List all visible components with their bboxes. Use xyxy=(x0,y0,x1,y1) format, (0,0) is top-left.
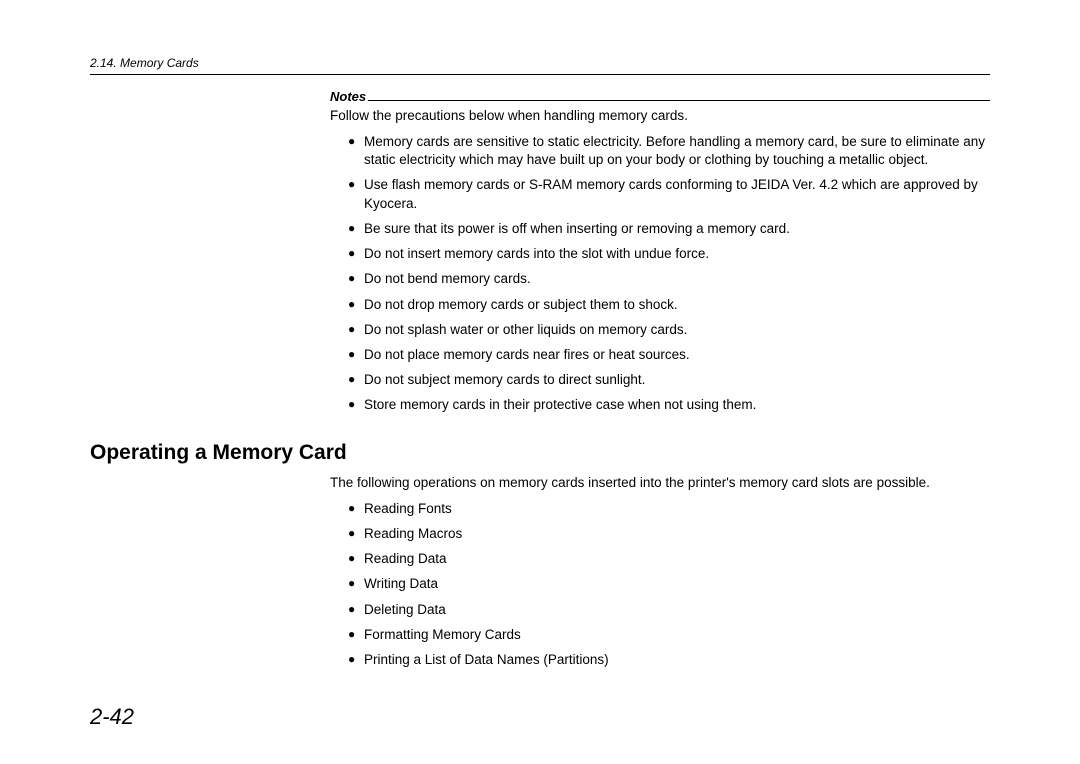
list-item: Do not place memory cards near fires or … xyxy=(348,346,990,364)
operating-list: Reading Fonts Reading Macros Reading Dat… xyxy=(348,500,990,670)
list-item: Use flash memory cards or S-RAM memory c… xyxy=(348,176,990,212)
notes-rule xyxy=(368,99,990,101)
notes-intro: Follow the precautions below when handli… xyxy=(330,108,990,123)
list-item: Do not insert memory cards into the slot… xyxy=(348,245,990,263)
list-item: Deleting Data xyxy=(348,601,990,619)
list-item: Do not splash water or other liquids on … xyxy=(348,321,990,339)
list-item: Memory cards are sensitive to static ele… xyxy=(348,133,990,169)
list-item: Do not bend memory cards. xyxy=(348,270,990,288)
list-item: Do not drop memory cards or subject them… xyxy=(348,296,990,314)
notes-list: Memory cards are sensitive to static ele… xyxy=(348,133,990,415)
running-header: 2.14. Memory Cards xyxy=(90,56,990,70)
list-item: Do not subject memory cards to direct su… xyxy=(348,371,990,389)
section-heading-operating: Operating a Memory Card xyxy=(90,441,990,465)
document-page: 2.14. Memory Cards Notes Follow the prec… xyxy=(0,0,1080,716)
list-item: Writing Data xyxy=(348,575,990,593)
notes-label: Notes xyxy=(330,89,368,104)
list-item: Reading Fonts xyxy=(348,500,990,518)
notes-heading-row: Notes xyxy=(330,89,990,104)
header-rule xyxy=(90,74,990,75)
list-item: Printing a List of Data Names (Partition… xyxy=(348,651,990,669)
list-item: Store memory cards in their protective c… xyxy=(348,396,990,414)
list-item: Be sure that its power is off when inser… xyxy=(348,220,990,238)
operating-intro: The following operations on memory cards… xyxy=(330,475,990,490)
list-item: Formatting Memory Cards xyxy=(348,626,990,644)
list-item: Reading Data xyxy=(348,550,990,568)
list-item: Reading Macros xyxy=(348,525,990,543)
page-number: 2-42 xyxy=(90,704,134,730)
